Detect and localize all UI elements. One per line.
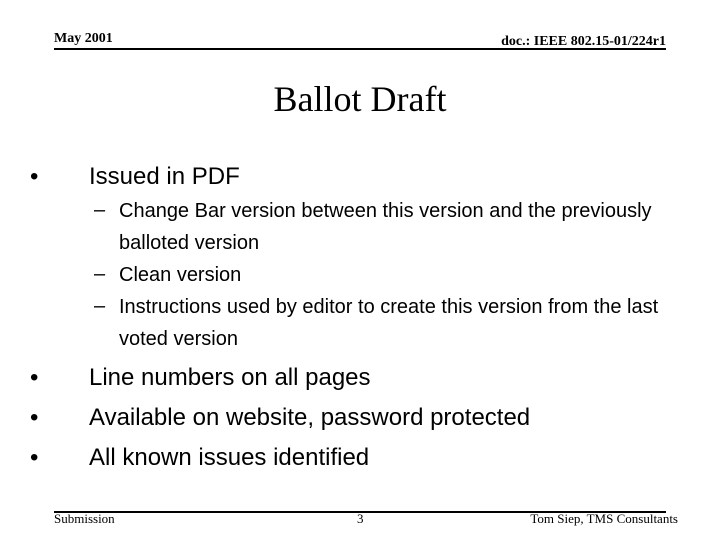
bullet-text: Available on website, password protected bbox=[89, 404, 531, 431]
header-date: May 2001 bbox=[54, 31, 113, 46]
slide-title: Ballot Draft bbox=[273, 79, 447, 119]
bullet-icon: • bbox=[30, 404, 39, 431]
sub-bullet-text: Instructions used by editor to create th… bbox=[119, 296, 659, 350]
dash-icon: – bbox=[94, 263, 106, 285]
dash-icon: – bbox=[94, 295, 106, 317]
bullet-icon: • bbox=[30, 364, 39, 391]
sub-bullet-text: Change Bar version between this version … bbox=[119, 200, 652, 254]
bullet-icon: • bbox=[30, 444, 39, 471]
header-divider bbox=[54, 48, 666, 50]
bullet-text: All known issues identified bbox=[89, 444, 370, 471]
page-number: 3 bbox=[357, 511, 364, 526]
footer-author: Tom Siep, TMS Consultants bbox=[530, 511, 678, 526]
sub-bullet-text: Clean version bbox=[119, 264, 242, 286]
bullet-icon: • bbox=[30, 163, 39, 190]
bullet-text: Issued in PDF bbox=[89, 163, 240, 190]
footer-submission: Submission bbox=[54, 511, 115, 526]
dash-icon: – bbox=[94, 199, 106, 221]
bullet-text: Line numbers on all pages bbox=[89, 364, 371, 391]
